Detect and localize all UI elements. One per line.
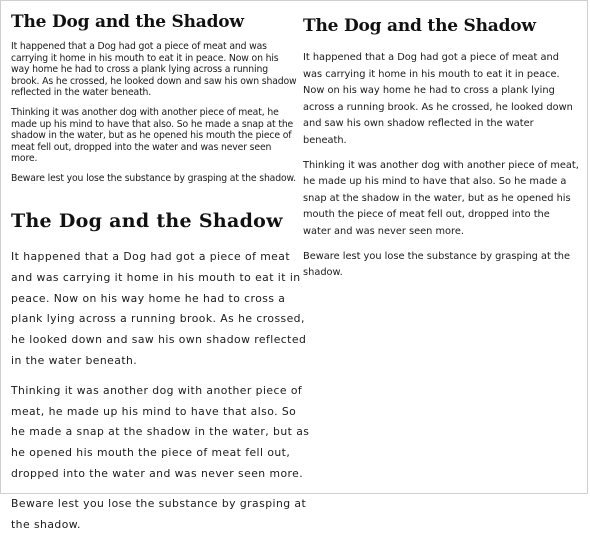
story-paragraph-2: Thinking it was another dog with another… — [11, 106, 294, 165]
story-title: The Dog and the Shadow — [11, 12, 244, 32]
story-paragraph-2: Thinking it was another dog with another… — [11, 383, 310, 480]
story-paragraph-3: Beware lest you lose the substance by gr… — [11, 172, 296, 184]
story-paragraph-3: Beware lest you lose the substance by gr… — [303, 250, 571, 279]
story-title: The Dog and the Shadow — [303, 16, 536, 36]
story-paragraph-3: Beware lest you lose the substance by gr… — [11, 496, 307, 531]
story-paragraph-1: It happened that a Dog had got a piece o… — [11, 250, 307, 367]
story-paragraph-2: Thinking it was another dog with another… — [303, 159, 579, 237]
typography-comparison-canvas: The Dog and the Shadow It happened that … — [0, 0, 588, 531]
story-panel-normal: The Dog and the Shadow It happened that … — [303, 15, 579, 290]
story-title: The Dog and the Shadow — [11, 210, 283, 232]
story-panel-tight: The Dog and the Shadow It happened that … — [11, 11, 297, 193]
story-panel-loose: The Dog and the Shadow It happened that … — [11, 209, 311, 544]
story-paragraph-1: It happened that a Dog had got a piece o… — [303, 52, 573, 146]
story-paragraph-1: It happened that a Dog had got a piece o… — [11, 41, 297, 99]
